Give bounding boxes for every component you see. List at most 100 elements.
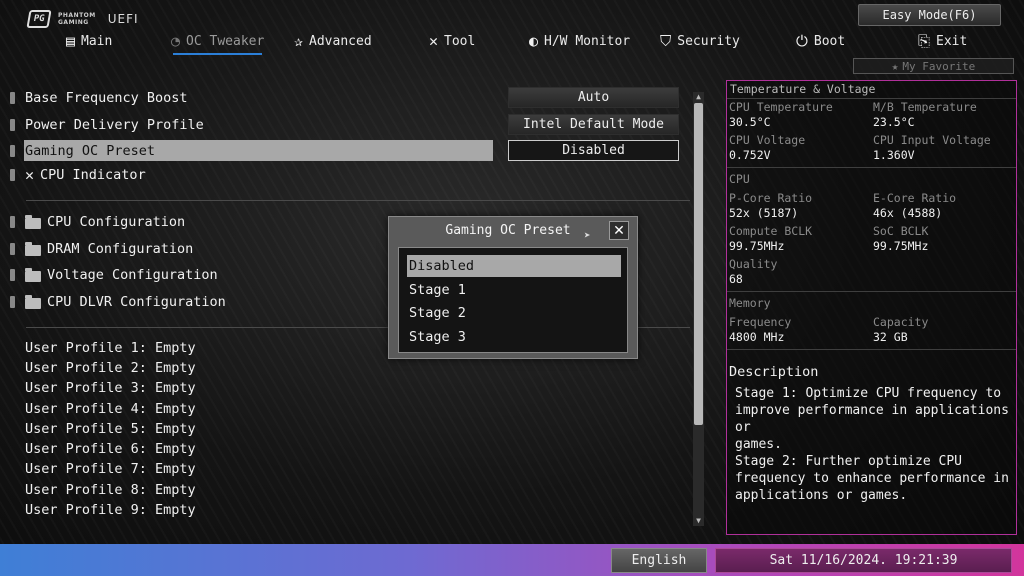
- star-icon: ★: [891, 59, 899, 73]
- tab-advanced[interactable]: ✰ Advanced: [294, 30, 372, 52]
- cpu-input-voltage-value: 1.360V: [873, 148, 915, 162]
- my-favorite-button[interactable]: ★ My Favorite: [853, 58, 1014, 74]
- user-profile-3[interactable]: User Profile 3: Empty: [25, 380, 196, 400]
- cpu-section-title: CPU: [729, 172, 750, 186]
- wrench-screwdriver-icon: ✕: [429, 31, 439, 50]
- gaming-oc-preset-dialog: Gaming OC Preset ➤ ✕ Disabled Stage 1 St…: [388, 216, 638, 359]
- setting-value-power-delivery-profile[interactable]: Intel Default Mode: [508, 114, 679, 135]
- setting-base-frequency-boost[interactable]: Base Frequency Boost: [10, 87, 188, 109]
- setting-power-delivery-profile[interactable]: Power Delivery Profile: [10, 114, 204, 136]
- exit-door-icon: ⎘: [918, 31, 931, 50]
- tab-hw-monitor[interactable]: ◐ H/W Monitor: [529, 30, 630, 52]
- dialog-option-stage-3[interactable]: Stage 3: [407, 326, 621, 348]
- tab-exit[interactable]: ⎘ Exit: [918, 30, 967, 52]
- phantom-gaming-logo-icon: PG: [26, 10, 52, 28]
- user-profile-4[interactable]: User Profile 4: Empty: [25, 401, 196, 421]
- memory-section-title: Memory: [729, 296, 771, 310]
- soc-bclk-value: 99.75MHz: [873, 239, 929, 253]
- tab-main[interactable]: ▤ Main: [66, 30, 112, 52]
- cpu-input-voltage-label: CPU Input Voltage: [873, 133, 991, 147]
- tab-label: Security: [677, 33, 740, 49]
- setting-value-gaming-oc-preset[interactable]: Disabled: [508, 140, 679, 161]
- panel-divider: [727, 349, 1016, 350]
- description-text: Stage 1: Optimize CPU frequency to impro…: [735, 386, 1009, 503]
- user-profile-5[interactable]: User Profile 5: Empty: [25, 421, 196, 441]
- setting-label: CPU Indicator: [40, 167, 146, 183]
- hardware-monitor-panel: Temperature & Voltage CPU Temperature 30…: [726, 80, 1017, 535]
- uefi-label: UEFI: [107, 12, 139, 26]
- quality-value: 68: [729, 272, 743, 286]
- language-button[interactable]: English: [611, 548, 707, 573]
- favorite-label: My Favorite: [902, 59, 976, 73]
- submenu-label: Voltage Configuration: [47, 267, 218, 283]
- user-profile-2[interactable]: User Profile 2: Empty: [25, 360, 196, 380]
- user-profile-9[interactable]: User Profile 9: Empty: [25, 502, 196, 522]
- dialog-close-button[interactable]: ✕: [609, 221, 629, 240]
- cpu-voltage-label: CPU Voltage: [729, 133, 806, 147]
- setting-label: Power Delivery Profile: [25, 117, 204, 133]
- scrollbar-thumb[interactable]: [694, 103, 703, 425]
- submenu-cpu-configuration[interactable]: CPU Configuration: [10, 211, 185, 233]
- cpu-temperature-value: 30.5°C: [729, 115, 771, 129]
- easy-mode-button[interactable]: Easy Mode(F6): [858, 4, 1001, 26]
- dialog-option-stage-1[interactable]: Stage 1: [407, 279, 621, 301]
- tab-label: OC Tweaker: [186, 33, 265, 49]
- dialog-title: Gaming OC Preset: [445, 223, 571, 238]
- tab-tool[interactable]: ✕ Tool: [429, 30, 475, 52]
- setting-cpu-indicator[interactable]: ✕ CPU Indicator: [10, 164, 146, 186]
- user-profile-1[interactable]: User Profile 1: Empty: [25, 340, 196, 360]
- tab-boot[interactable]: ⏻ Boot: [796, 30, 845, 52]
- tools-icon: ✕: [25, 166, 35, 184]
- brand-text: PHANTOM GAMING: [58, 12, 96, 26]
- setting-label: Gaming OC Preset: [25, 143, 156, 159]
- memory-capacity-value: 32 GB: [873, 330, 908, 344]
- folder-icon: [25, 294, 41, 309]
- row-bullet: [10, 243, 15, 255]
- submenu-cpu-dlvr-configuration[interactable]: CPU DLVR Configuration: [10, 291, 226, 313]
- setting-gaming-oc-preset[interactable]: Gaming OC Preset: [10, 140, 493, 162]
- memory-frequency-value: 4800 MHz: [729, 330, 785, 344]
- e-core-ratio-label: E-Core Ratio: [873, 191, 957, 205]
- power-icon: ⏻: [796, 31, 808, 50]
- tab-label: Advanced: [309, 33, 372, 49]
- dial-icon: ◔: [171, 31, 181, 50]
- user-profile-8[interactable]: User Profile 8: Empty: [25, 482, 196, 502]
- user-profile-7[interactable]: User Profile 7: Empty: [25, 461, 196, 481]
- scroll-down-arrow-icon[interactable]: ▼: [693, 516, 704, 525]
- row-bullet: [10, 169, 15, 181]
- memory-capacity-label: Capacity: [873, 315, 929, 329]
- row-bullet: [10, 269, 15, 281]
- submenu-dram-configuration[interactable]: DRAM Configuration: [10, 238, 193, 260]
- submenu-label: CPU Configuration: [47, 214, 186, 230]
- dialog-option-stage-2[interactable]: Stage 2: [407, 302, 621, 324]
- setting-label: Base Frequency Boost: [25, 90, 188, 106]
- submenu-label: DRAM Configuration: [47, 241, 194, 257]
- grid-list-icon: ▤: [66, 31, 76, 50]
- user-profile-6[interactable]: User Profile 6: Empty: [25, 441, 196, 461]
- brand-line-2: GAMING: [58, 19, 89, 26]
- mb-temperature-label: M/B Temperature: [873, 100, 977, 114]
- row-bullet: [10, 145, 15, 157]
- row-bullet: [10, 216, 15, 228]
- star-arrow-icon: ✰: [294, 31, 304, 50]
- brand-line-1: PHANTOM: [58, 12, 96, 19]
- p-core-ratio-label: P-Core Ratio: [729, 191, 813, 205]
- tab-security[interactable]: ⛉ Security: [660, 30, 740, 52]
- tab-oc-tweaker[interactable]: ◔ OC Tweaker: [171, 30, 265, 55]
- row-bullet: [10, 296, 15, 308]
- tab-label: Tool: [444, 33, 476, 49]
- cpu-voltage-value: 0.752V: [729, 148, 771, 162]
- scroll-up-arrow-icon[interactable]: ▲: [693, 92, 704, 101]
- tab-label: Main: [81, 33, 113, 49]
- panel-divider: [727, 167, 1016, 168]
- cpu-temperature-label: CPU Temperature: [729, 100, 833, 114]
- setting-value-base-frequency-boost[interactable]: Auto: [508, 87, 679, 108]
- dialog-option-disabled[interactable]: Disabled: [407, 255, 621, 277]
- folder-icon: [25, 214, 41, 229]
- panel-divider: [727, 98, 1016, 99]
- submenu-voltage-configuration[interactable]: Voltage Configuration: [10, 264, 218, 286]
- folder-icon: [25, 241, 41, 256]
- p-core-ratio-value: 52x (5187): [729, 206, 799, 220]
- panel-divider: [727, 291, 1016, 292]
- gauge-icon: ◐: [529, 31, 539, 50]
